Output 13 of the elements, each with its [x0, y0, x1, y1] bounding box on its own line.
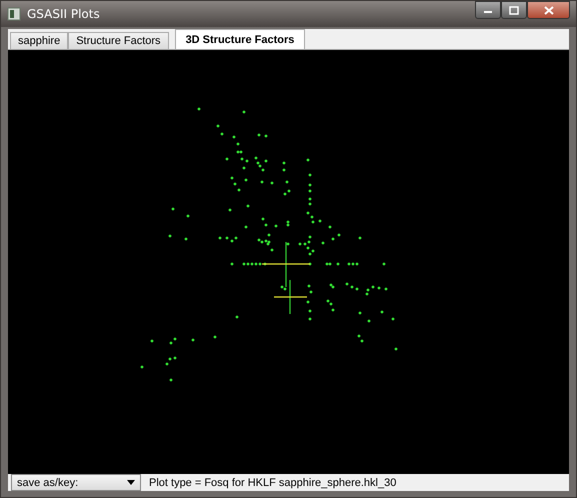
tab[interactable]: 3D Structure Factors: [174, 29, 306, 49]
close-icon: [544, 6, 554, 14]
tab[interactable]: sapphire: [10, 32, 68, 49]
caret-icon: [127, 480, 135, 485]
minimize-button[interactable]: [475, 1, 501, 19]
save-dropdown[interactable]: save as/key:: [11, 474, 141, 491]
maximize-icon: [509, 6, 519, 14]
app-icon: [7, 7, 21, 21]
window-title: GSASII Plots: [27, 7, 101, 21]
status-text: Plot type = Fosq for HKLF sapphire_sphere.hkl_30: [149, 476, 396, 488]
maximize-button[interactable]: [501, 1, 527, 19]
tab[interactable]: Structure Factors: [68, 32, 169, 49]
close-button[interactable]: [527, 1, 570, 19]
